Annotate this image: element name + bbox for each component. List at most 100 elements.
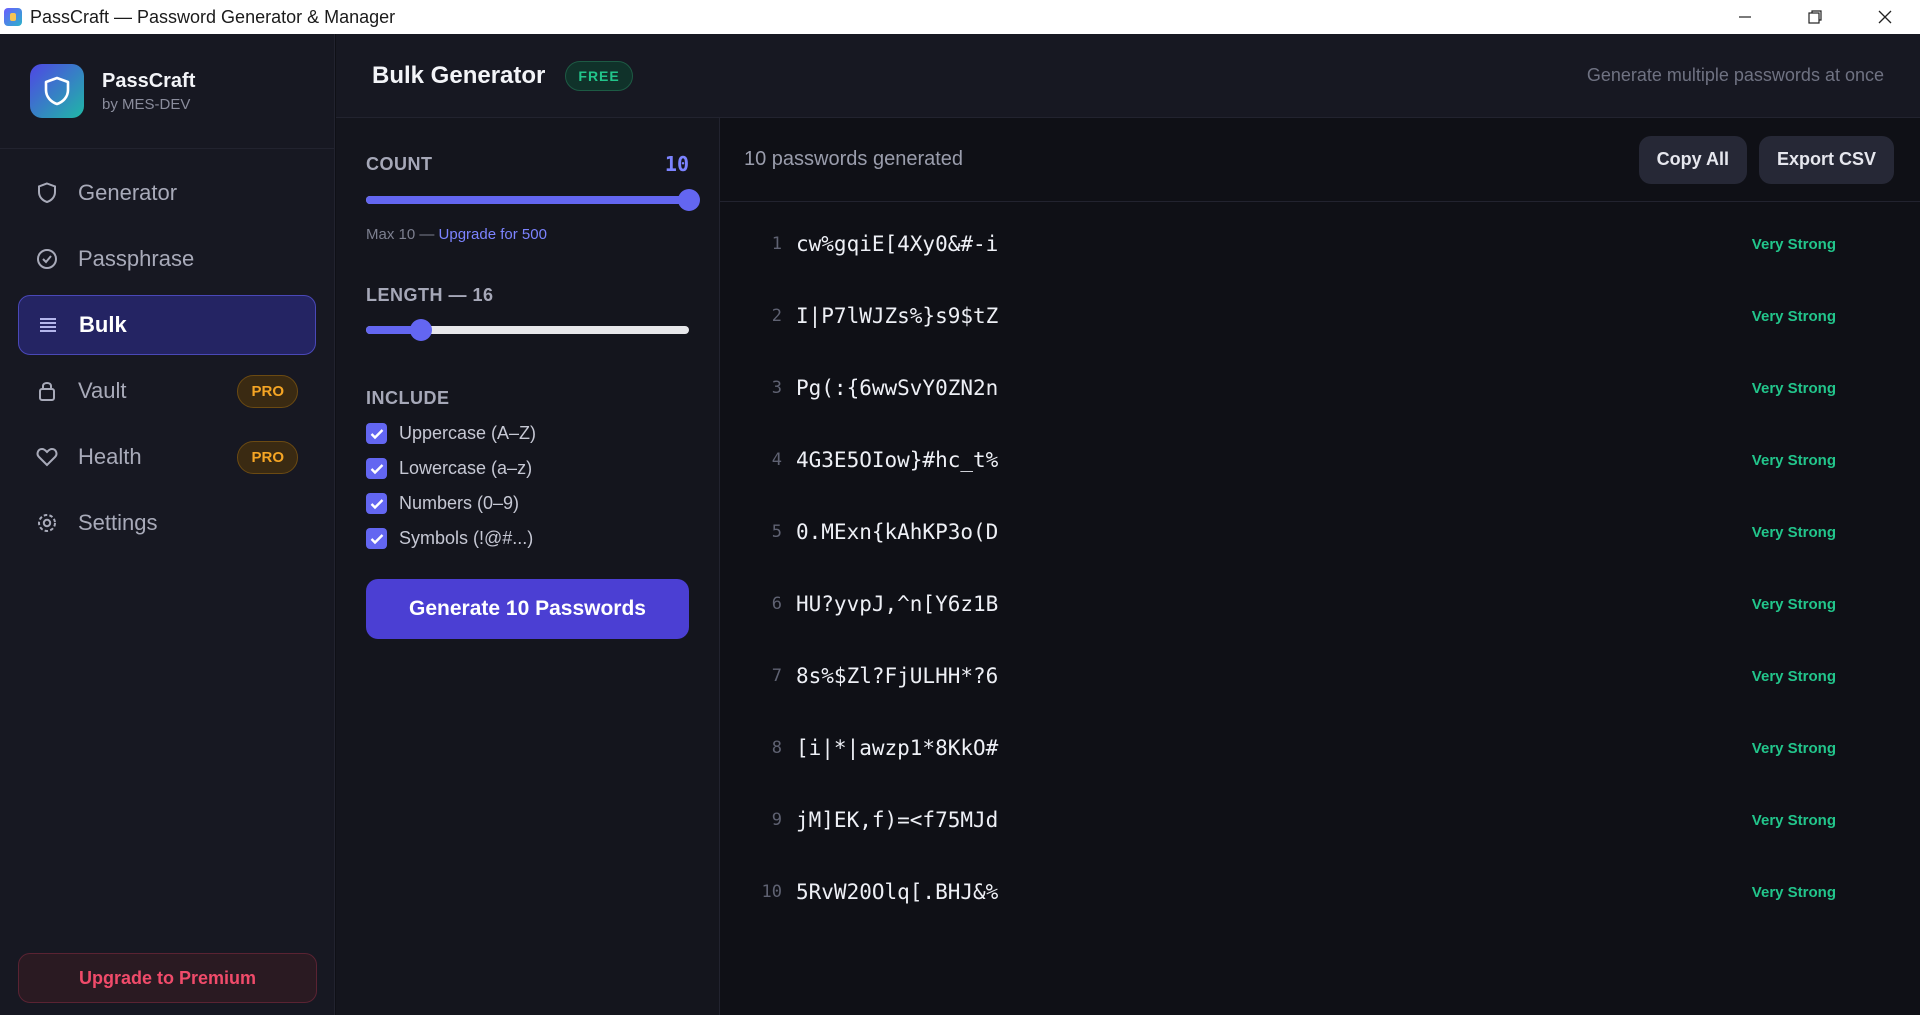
row-number: 5 xyxy=(771,522,782,542)
page-header: Bulk Generator FREE Generate multiple pa… xyxy=(336,34,1920,118)
export-csv-button[interactable]: Export CSV xyxy=(1758,135,1894,184)
password-row[interactable]: 6 HU?yvpJ,^n[Y6z1B Very Strong xyxy=(720,568,1920,640)
sidebar-item-label: Bulk xyxy=(79,312,127,337)
sidebar-item-vault[interactable]: Vault PRO xyxy=(18,361,316,421)
shield-logo-icon xyxy=(30,64,84,118)
minimize-button[interactable] xyxy=(1710,0,1780,34)
close-button[interactable] xyxy=(1850,0,1920,34)
results-summary: 10 passwords generated xyxy=(744,148,964,170)
password-value[interactable]: 4G3E5OIow}#hc_t% xyxy=(796,448,998,472)
password-row[interactable]: 10 5RvW20Olq[.BHJ&% Very Strong xyxy=(720,856,1920,928)
copy-all-button[interactable]: Copy All xyxy=(1638,135,1747,184)
password-row[interactable]: 5 0.MExn{kAhKP3o(D Very Strong xyxy=(720,496,1920,568)
numbers-checkbox[interactable] xyxy=(366,493,387,514)
strength-label: Very Strong xyxy=(1751,235,1836,253)
free-badge: FREE xyxy=(565,60,633,91)
password-value[interactable]: I|P7lWJZs%}s9$tZ xyxy=(796,304,998,328)
sidebar-item-label: Health xyxy=(78,444,142,469)
count-value: 10 xyxy=(664,152,689,176)
shield-icon xyxy=(36,182,58,204)
password-value[interactable]: [i|*|awzp1*8KkO# xyxy=(796,736,998,760)
brand-name: PassCraft xyxy=(102,69,196,92)
strength-label: Very Strong xyxy=(1751,739,1836,757)
length-slider-handle[interactable] xyxy=(409,319,432,341)
sidebar: PassCraft by MES-DEV Generator Passphras… xyxy=(0,34,335,1015)
results-header: 10 passwords generated Copy All Export C… xyxy=(720,118,1920,202)
password-value[interactable]: HU?yvpJ,^n[Y6z1B xyxy=(796,592,998,616)
check-circle-icon xyxy=(36,248,58,270)
strength-label: Very Strong xyxy=(1751,883,1836,901)
restore-button[interactable] xyxy=(1780,0,1850,34)
password-row[interactable]: 8 [i|*|awzp1*8KkO# Very Strong xyxy=(720,712,1920,784)
sidebar-item-label: Settings xyxy=(78,510,158,535)
password-row[interactable]: 9 jM]EK,f)=<f75MJd Very Strong xyxy=(720,784,1920,856)
count-slider[interactable] xyxy=(366,188,700,212)
uppercase-label: Uppercase (A–Z) xyxy=(399,423,537,443)
password-row[interactable]: 7 8s%$Zl?FjULHH*?6 Very Strong xyxy=(720,640,1920,712)
numbers-option[interactable]: Numbers (0–9) xyxy=(366,493,689,514)
brand-subtitle: by MES-DEV xyxy=(102,95,191,113)
upgrade-for-500-link[interactable]: Upgrade for 500 xyxy=(439,226,547,243)
strength-label: Very Strong xyxy=(1751,667,1836,685)
row-number: 9 xyxy=(771,810,782,830)
row-number: 1 xyxy=(771,234,782,254)
sidebar-item-generator[interactable]: Generator xyxy=(18,163,316,223)
brand: PassCraft by MES-DEV xyxy=(0,34,334,149)
strength-label: Very Strong xyxy=(1751,307,1836,325)
window-title: PassCraft — Password Generator & Manager xyxy=(30,6,396,27)
password-value[interactable]: 8s%$Zl?FjULHH*?6 xyxy=(796,664,998,688)
numbers-label: Numbers (0–9) xyxy=(399,493,520,513)
symbols-label: Symbols (!@#...) xyxy=(399,528,534,548)
sidebar-item-health[interactable]: Health PRO xyxy=(18,427,316,487)
strength-label: Very Strong xyxy=(1751,811,1836,829)
password-row[interactable]: 4 4G3E5OIow}#hc_t% Very Strong xyxy=(720,424,1920,496)
sidebar-item-passphrase[interactable]: Passphrase xyxy=(18,229,316,289)
count-note-text: Max 10 — xyxy=(366,226,439,243)
lock-icon xyxy=(36,380,58,402)
app-lock-icon xyxy=(4,8,22,26)
window-titlebar: PassCraft — Password Generator & Manager xyxy=(0,0,1920,34)
password-value[interactable]: Pg(:{6wwSvY0ZN2n xyxy=(796,376,998,400)
generate-passwords-button[interactable]: Generate 10 Passwords xyxy=(366,579,689,639)
password-value[interactable]: 5RvW20Olq[.BHJ&% xyxy=(796,880,998,904)
count-label: COUNT xyxy=(366,153,433,174)
count-slider-handle[interactable] xyxy=(678,189,700,211)
password-value[interactable]: 0.MExn{kAhKP3o(D xyxy=(796,520,998,544)
bulk-controls-panel: COUNT 10 Max 10 — Upgrade for 500 LENGTH… xyxy=(336,118,720,1015)
row-number: 10 xyxy=(761,882,782,902)
row-number: 3 xyxy=(771,378,782,398)
lowercase-option[interactable]: Lowercase (a–z) xyxy=(366,458,689,479)
password-row[interactable]: 1 cw%gqiE[4Xy0&#-i Very Strong xyxy=(720,208,1920,280)
uppercase-checkbox[interactable] xyxy=(366,423,387,444)
password-row[interactable]: 3 Pg(:{6wwSvY0ZN2n Very Strong xyxy=(720,352,1920,424)
pro-badge: PRO xyxy=(237,374,298,408)
minimize-icon xyxy=(1739,16,1751,18)
close-icon xyxy=(1878,10,1892,24)
row-number: 6 xyxy=(771,594,782,614)
password-value[interactable]: jM]EK,f)=<f75MJd xyxy=(796,808,998,832)
row-number: 2 xyxy=(771,306,782,326)
include-label: INCLUDE xyxy=(366,388,450,408)
sidebar-item-label: Passphrase xyxy=(78,246,195,271)
sidebar-item-settings[interactable]: Settings xyxy=(18,493,316,553)
password-list: 1 cw%gqiE[4Xy0&#-i Very Strong 2 I|P7lWJ… xyxy=(720,208,1920,928)
sidebar-item-bulk[interactable]: Bulk xyxy=(18,295,316,355)
password-value[interactable]: cw%gqiE[4Xy0&#-i xyxy=(796,232,998,256)
symbols-option[interactable]: Symbols (!@#...) xyxy=(366,528,689,549)
strength-label: Very Strong xyxy=(1751,379,1836,397)
length-label: LENGTH — 16 xyxy=(366,285,494,305)
upgrade-premium-button[interactable]: Upgrade to Premium xyxy=(18,953,317,1003)
row-number: 7 xyxy=(771,666,782,686)
pro-badge: PRO xyxy=(237,440,298,474)
window-controls xyxy=(1710,0,1920,34)
strength-label: Very Strong xyxy=(1751,523,1836,541)
password-row[interactable]: 2 I|P7lWJZs%}s9$tZ Very Strong xyxy=(720,280,1920,352)
symbols-checkbox[interactable] xyxy=(366,528,387,549)
strength-label: Very Strong xyxy=(1751,451,1836,469)
uppercase-option[interactable]: Uppercase (A–Z) xyxy=(366,423,689,444)
lowercase-checkbox[interactable] xyxy=(366,458,387,479)
sidebar-nav: Generator Passphrase Bulk Vault PRO Heal… xyxy=(0,149,334,573)
length-slider[interactable] xyxy=(366,318,689,342)
count-note: Max 10 — Upgrade for 500 xyxy=(366,226,689,243)
heart-icon xyxy=(36,446,58,468)
